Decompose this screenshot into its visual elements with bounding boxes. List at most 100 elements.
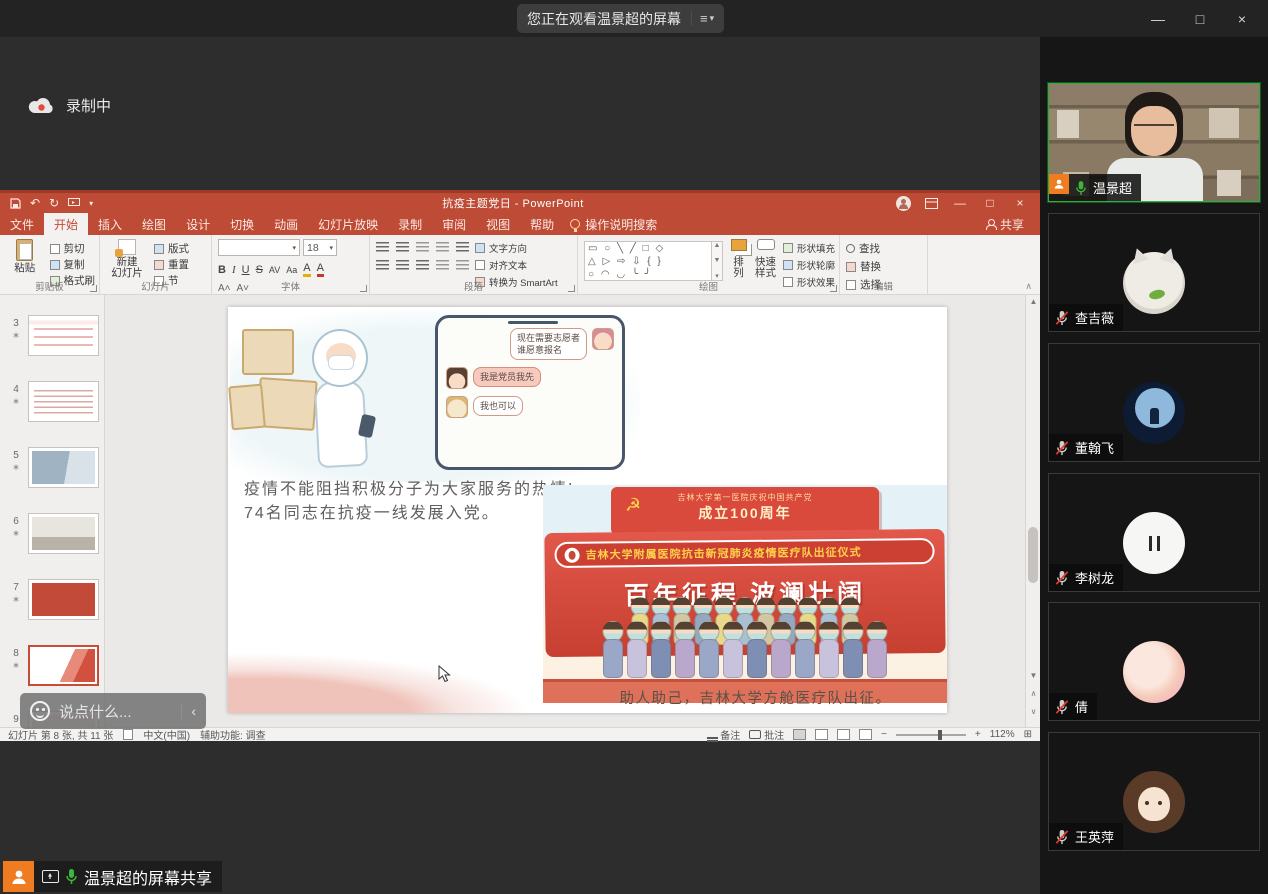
participant-tile-qian[interactable]: 倩 <box>1048 602 1260 721</box>
chat-input-placeholder[interactable]: 说点什么... <box>59 701 172 722</box>
columns-button[interactable] <box>456 260 469 271</box>
line-spacing-button[interactable] <box>456 242 469 253</box>
bold-button[interactable]: B <box>218 264 226 276</box>
ribbon-display-icon[interactable] <box>925 198 938 209</box>
zoom-out-button[interactable]: − <box>881 729 887 740</box>
reset-button[interactable]: 重置 <box>154 257 189 272</box>
redo-icon[interactable]: ↻ <box>49 196 59 210</box>
thumbnail-slide-4[interactable]: 4∗ <box>0 381 105 427</box>
paragraph-dialog-launcher[interactable] <box>568 285 575 292</box>
view-reading-button[interactable] <box>837 729 850 740</box>
accessibility-status[interactable]: 辅助功能: 调查 <box>200 727 266 742</box>
tab-transitions[interactable]: 切换 <box>220 213 264 235</box>
layout-button[interactable]: 版式 <box>154 241 189 256</box>
slide-canvas-area[interactable]: 现在需要志愿者谁愿意报名 我是党员我先 我也可以 <box>105 295 1025 727</box>
paste-button[interactable]: 粘贴 <box>6 239 44 280</box>
arrange-button[interactable]: 排列 <box>729 239 748 280</box>
ppt-close-button[interactable]: × <box>1012 196 1028 210</box>
ppt-share-button[interactable]: 共享 <box>985 216 1040 233</box>
drawing-dialog-launcher[interactable] <box>830 285 837 292</box>
shape-outline-button[interactable]: 形状轮廓 <box>783 258 835 272</box>
replace-button[interactable]: 替换 <box>846 259 881 274</box>
tab-draw[interactable]: 绘图 <box>132 213 176 235</box>
chat-collapse-icon[interactable]: ‹ <box>181 703 196 719</box>
font-size-combo[interactable]: 18▾ <box>303 239 337 256</box>
italic-button[interactable]: I <box>232 264 236 276</box>
zoom-level[interactable]: 112% <box>990 729 1015 740</box>
participant-tile-lishulong[interactable]: 李树龙 <box>1048 473 1260 592</box>
shape-fill-button[interactable]: 形状填充 <box>783 241 835 255</box>
view-normal-button[interactable] <box>793 729 806 740</box>
align-text-button[interactable]: 对齐文本 <box>475 258 558 272</box>
tab-design[interactable]: 设计 <box>176 213 220 235</box>
shape-gallery[interactable]: ▭ ○ ╲ ╱ □ ◇ △ ▷ ⇨ ⇩ { } ○ ◠ ◡ ╰ ╯ <box>584 241 712 281</box>
character-spacing-button[interactable]: AV <box>269 265 280 275</box>
align-right-button[interactable] <box>416 260 429 271</box>
participant-tile-donghanfei[interactable]: 董翰飞 <box>1048 343 1260 462</box>
banner-menu-icon[interactable]: ≡▾ <box>691 11 714 26</box>
tell-me-search[interactable]: 操作说明搜索 <box>570 216 657 233</box>
scrollbar-thumb[interactable] <box>1028 527 1038 583</box>
account-avatar-icon[interactable] <box>896 196 911 211</box>
minimize-button[interactable]: — <box>1144 11 1172 27</box>
close-button[interactable]: × <box>1228 11 1256 27</box>
thumbnail-slide-7[interactable]: 7∗ <box>0 579 105 625</box>
tab-slideshow[interactable]: 幻灯片放映 <box>308 213 388 235</box>
align-left-button[interactable] <box>376 260 389 271</box>
thumbnail-slide-3[interactable]: 3∗ <box>0 315 105 361</box>
scroll-down-button[interactable]: ▼ <box>1026 669 1041 683</box>
viewing-banner[interactable]: 您正在观看温景超的屏幕 ≡▾ <box>517 4 724 33</box>
fit-slide-button[interactable]: ⊞ <box>1024 729 1032 740</box>
slideshow-icon[interactable] <box>68 198 80 208</box>
comments-button[interactable]: 批注 <box>749 727 784 742</box>
zoom-slider-handle[interactable] <box>938 730 942 740</box>
ppt-minimize-button[interactable]: — <box>952 196 968 210</box>
vertical-scrollbar[interactable]: ▲ ▼ ∧ ∨ <box>1025 295 1040 727</box>
tab-review[interactable]: 审阅 <box>432 213 476 235</box>
font-dialog-launcher[interactable] <box>360 285 367 292</box>
tab-view[interactable]: 视图 <box>476 213 520 235</box>
view-slideshow-button[interactable] <box>859 729 872 740</box>
scroll-up-button[interactable]: ▲ <box>1026 295 1041 309</box>
copy-button[interactable]: 复制 <box>50 257 96 272</box>
numbering-button[interactable] <box>396 242 409 253</box>
cut-button[interactable]: 剪切 <box>50 241 96 256</box>
tab-help[interactable]: 帮助 <box>520 213 564 235</box>
emoji-icon[interactable] <box>30 701 50 721</box>
collapse-ribbon-button[interactable]: ∧ <box>1025 281 1032 292</box>
tab-home[interactable]: 开始 <box>44 213 88 235</box>
text-direction-button[interactable]: 文字方向 <box>475 241 558 255</box>
highlight-button[interactable]: A <box>303 262 310 277</box>
decrease-indent-button[interactable] <box>416 242 429 253</box>
tab-animations[interactable]: 动画 <box>264 213 308 235</box>
view-sorter-button[interactable] <box>815 729 828 740</box>
font-color-button[interactable]: A <box>317 262 324 277</box>
strikethrough-button[interactable]: S <box>256 264 263 276</box>
shape-gallery-scroll[interactable]: ▲ ▼ ▾ <box>712 241 723 281</box>
next-slide-button[interactable]: ∨ <box>1026 705 1041 719</box>
language-indicator[interactable]: 中文(中国) <box>143 727 190 742</box>
chat-input-overlay[interactable]: 说点什么... ‹ <box>20 693 206 729</box>
spellcheck-icon[interactable] <box>123 729 133 740</box>
thumbnail-slide-5[interactable]: 5∗ <box>0 447 105 493</box>
find-button[interactable]: 查找 <box>846 241 881 256</box>
tab-file[interactable]: 文件 <box>0 213 44 235</box>
ppt-restore-button[interactable]: □ <box>982 196 998 210</box>
qat-customize-icon[interactable]: ▾ <box>89 199 93 208</box>
clipboard-dialog-launcher[interactable] <box>90 285 97 292</box>
maximize-button[interactable]: □ <box>1186 11 1214 27</box>
save-icon[interactable] <box>10 198 21 209</box>
quick-styles-button[interactable]: 快速样式 <box>754 239 777 280</box>
thumbnail-slide-8-selected[interactable]: 8∗ <box>0 645 105 691</box>
notes-button[interactable]: 备注 <box>707 727 741 742</box>
underline-button[interactable]: U <box>242 264 250 276</box>
increase-indent-button[interactable] <box>436 242 449 253</box>
participant-tile-wenjingchao[interactable]: 温景超 <box>1048 83 1260 202</box>
change-case-button[interactable]: Aa <box>286 265 297 275</box>
thumbnail-slide-6[interactable]: 6∗ <box>0 513 105 559</box>
justify-button[interactable] <box>436 260 449 271</box>
font-name-combo[interactable]: ▾ <box>218 239 300 256</box>
zoom-in-button[interactable]: + <box>975 729 981 740</box>
previous-slide-button[interactable]: ∧ <box>1026 687 1041 701</box>
undo-icon[interactable]: ↶ <box>30 196 40 210</box>
